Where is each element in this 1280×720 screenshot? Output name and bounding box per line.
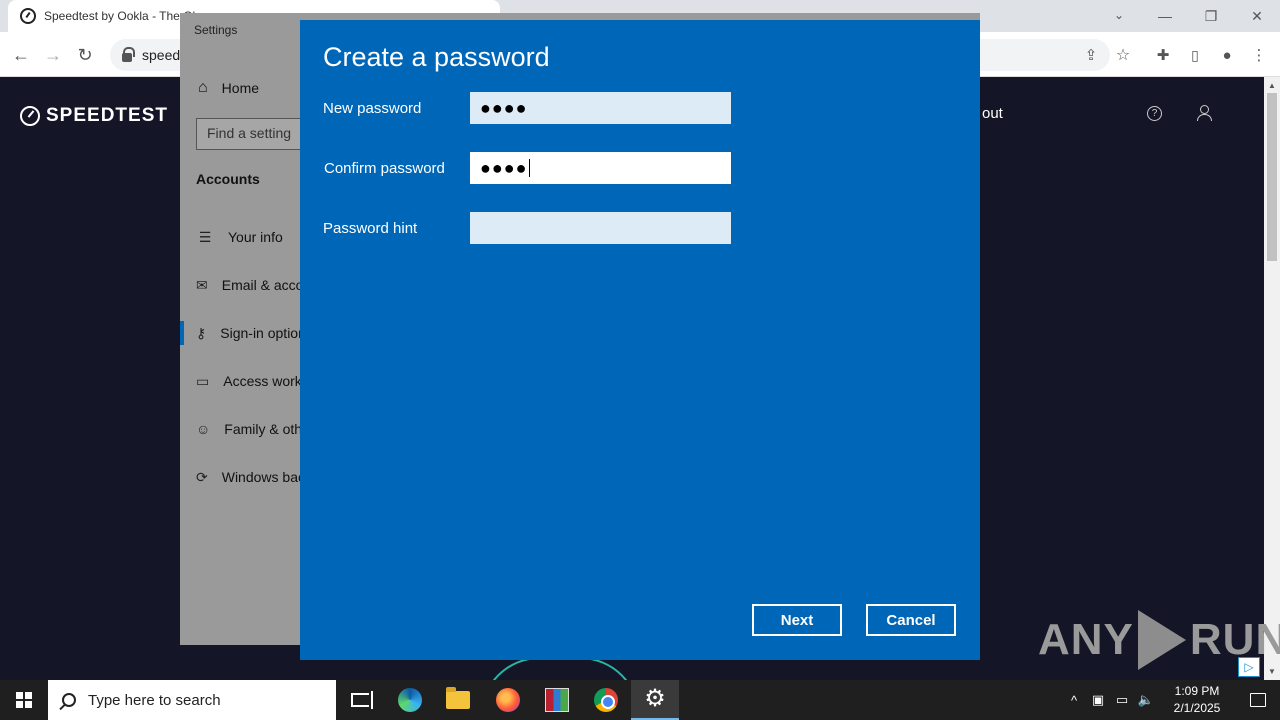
forward-button[interactable]: → (40, 42, 66, 68)
cancel-button[interactable]: Cancel (866, 604, 956, 636)
scrollbar-thumb[interactable] (1267, 93, 1277, 261)
taskbar-firefox[interactable] (484, 680, 532, 720)
accounts-section-title: Accounts (196, 171, 260, 187)
taskbar-chrome[interactable] (582, 680, 630, 720)
new-password-value: ●●●● (480, 97, 528, 118)
taskbar-winrar[interactable] (533, 680, 581, 720)
back-button[interactable]: ← (8, 42, 34, 68)
restore-button[interactable]: ❐ (1188, 0, 1234, 32)
notification-center-button[interactable] (1236, 680, 1280, 720)
speedtest-favicon-icon (20, 8, 36, 24)
bookmark-star-icon[interactable]: ☆ (1110, 42, 1136, 68)
person-add-icon: ☺ (196, 421, 211, 437)
page-scrollbar[interactable]: ▲ ▼ (1264, 77, 1280, 680)
watermark-text-left: ANY (1038, 615, 1134, 664)
sidebar-item-family[interactable]: ☺ Family & other users (196, 411, 306, 447)
password-hint-field[interactable] (470, 212, 731, 244)
speedtest-logo-text: SPEEDTEST (46, 105, 168, 126)
create-password-dialog: Create a password New password ●●●● Conf… (300, 20, 980, 660)
taskbar: Type here to search ⚙ ^ ▣ ▭ 🔈 1:09 PM 2/… (0, 680, 1280, 720)
lock-icon (122, 46, 135, 62)
sidebar-item-label: Family & other users (224, 421, 306, 437)
settings-window-title: Settings (194, 23, 238, 37)
browser-tab-title: Speedtest by Ookla - The Gl (44, 9, 196, 23)
profile-avatar-icon[interactable]: ● (1214, 42, 1240, 68)
taskbar-search-box[interactable]: Type here to search (48, 680, 336, 720)
meet-now-icon[interactable]: ▣ (1086, 680, 1110, 720)
sidebar-item-label: Windows backup (221, 469, 306, 485)
share-icon[interactable]: ⇪ (1078, 42, 1104, 68)
help-icon[interactable]: ? (1147, 106, 1162, 121)
key-icon: ⚷ (196, 324, 207, 341)
chrome-icon (594, 688, 618, 712)
volume-icon[interactable]: 🔈 (1134, 680, 1158, 720)
task-view-button[interactable] (336, 680, 384, 720)
password-hint-label: Password hint (323, 220, 418, 237)
speedtest-gauge-icon (20, 106, 40, 126)
confirm-password-label: Confirm password (324, 160, 445, 177)
close-button[interactable]: ✕ (1234, 0, 1280, 32)
task-view-icon (351, 691, 373, 709)
sync-icon: ⟳ (196, 468, 208, 485)
taskbar-clock[interactable]: 1:09 PM 2/1/2025 (1158, 683, 1236, 717)
network-icon[interactable]: ▭ (1110, 680, 1134, 720)
file-explorer-icon (446, 687, 470, 709)
taskbar-search-placeholder: Type here to search (88, 691, 221, 709)
taskbar-file-explorer[interactable] (434, 680, 482, 720)
home-icon: ⌂ (198, 79, 208, 96)
find-setting-input[interactable]: Find a setting (196, 118, 306, 150)
clock-time: 1:09 PM (1174, 684, 1220, 698)
speedtest-logo[interactable]: SPEEDTEST (20, 105, 168, 127)
sidebar-item-access-work[interactable]: ▭ Access work or school (196, 363, 306, 399)
confirm-password-value: ●●●● (480, 157, 528, 178)
sidebar-item-sign-in-options[interactable]: ⚷ Sign-in options (196, 315, 306, 351)
windows-logo-icon (16, 692, 32, 708)
person-list-icon: ☰ (198, 228, 212, 245)
edge-icon (398, 688, 422, 712)
menu-kebab-icon[interactable]: ⋮ (1246, 42, 1272, 68)
start-button[interactable] (0, 680, 48, 720)
sidebar-item-windows-backup[interactable]: ⟳ Windows backup (196, 459, 306, 495)
address-bar-url: speed (142, 47, 181, 63)
tray-overflow-chevron-icon[interactable]: ^ (1062, 680, 1086, 720)
confirm-password-field[interactable]: ●●●● (470, 152, 731, 184)
sidebar-item-email-accounts[interactable]: ✉ Email & accounts (196, 267, 306, 303)
user-account-icon[interactable] (1196, 105, 1212, 121)
new-password-field[interactable]: ●●●● (470, 92, 731, 124)
scroll-up-arrow-icon[interactable]: ▲ (1268, 81, 1276, 90)
watermark-text-right: RUN (1189, 615, 1280, 664)
sidebar-item-label: Your info (228, 229, 283, 245)
clock-date: 2/1/2025 (1173, 701, 1221, 715)
sidebar-item-your-info[interactable]: ☰ Your info (196, 219, 306, 255)
dialog-title: Create a password (323, 42, 550, 72)
settings-gear-icon: ⚙ (644, 685, 666, 712)
reload-button[interactable]: ↻ (72, 42, 98, 68)
browser-window-controls: — ❐ ✕ (1142, 0, 1280, 32)
nav-about-link[interactable]: out (982, 105, 1003, 122)
sidebar-item-label: Sign-in options (220, 325, 306, 341)
tab-search-chevron-icon[interactable]: ⌄ (1108, 4, 1130, 26)
notification-icon (1250, 693, 1266, 707)
minimize-button[interactable]: — (1142, 0, 1188, 32)
taskbar-edge[interactable] (386, 680, 434, 720)
anyrun-watermark: ANY RUN (1038, 610, 1280, 670)
settings-home-link[interactable]: ⌂ Home (198, 79, 259, 97)
sidebar-item-label: Access work or school (223, 373, 306, 389)
firefox-icon (496, 688, 520, 712)
taskbar-settings[interactable]: ⚙ (631, 680, 679, 720)
sidebar-item-label: Email & accounts (221, 277, 306, 293)
briefcase-icon: ▭ (196, 372, 210, 389)
new-password-label: New password (323, 100, 422, 117)
settings-home-label: Home (221, 80, 260, 96)
mail-icon: ✉ (196, 276, 208, 293)
search-icon (62, 693, 76, 707)
extensions-puzzle-icon[interactable]: ✚ (1150, 42, 1176, 68)
side-panel-icon[interactable]: ▯ (1182, 42, 1208, 68)
system-tray: ^ ▣ ▭ 🔈 1:09 PM 2/1/2025 (1062, 680, 1280, 720)
next-button[interactable]: Next (752, 604, 842, 636)
winrar-icon (545, 688, 569, 712)
watermark-play-icon (1137, 610, 1186, 670)
text-caret (528, 159, 530, 177)
active-nav-indicator (180, 321, 184, 345)
